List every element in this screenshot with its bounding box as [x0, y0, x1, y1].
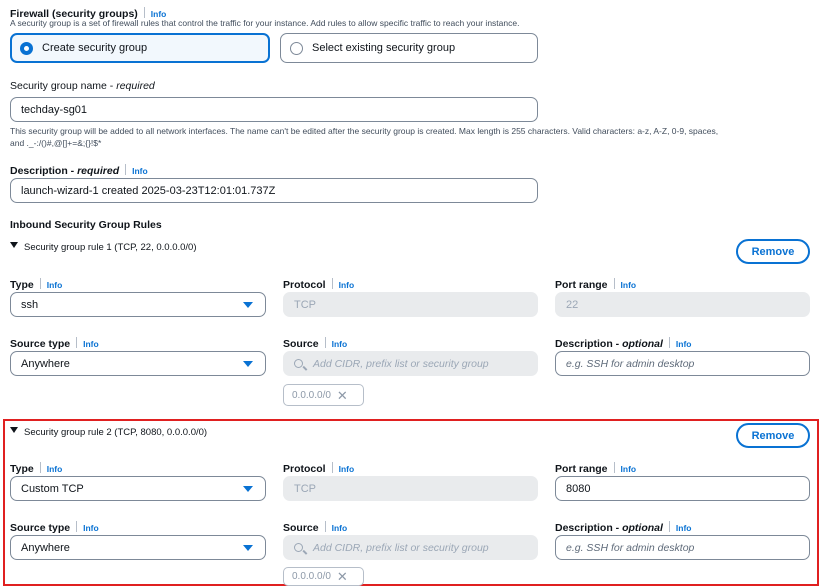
search-icon [294, 359, 303, 368]
description-label: Description - required Info [10, 164, 148, 177]
rule-1-expander[interactable]: Security group rule 1 (TCP, 22, 0.0.0.0/… [10, 242, 197, 253]
rule-2-port-input[interactable]: 8080 [555, 476, 810, 501]
rule-1-source-type-select[interactable]: Anywhere [10, 351, 266, 376]
rule-2-highlight-box [3, 419, 819, 586]
sg-name-help-line1: This security group will be added to all… [10, 126, 719, 136]
dropdown-caret-icon [243, 301, 253, 308]
dropdown-caret-icon [243, 485, 253, 492]
rule-2-source-type-select[interactable]: Anywhere [10, 535, 266, 560]
rule-2-type-select[interactable]: Custom TCP [10, 476, 266, 501]
rule-1-source-label: Source Info [283, 337, 348, 350]
search-icon [294, 543, 303, 552]
rule-2-protocol-label: Protocol Info [283, 462, 355, 475]
radio-selected-icon [20, 41, 33, 55]
rule-1-type-select[interactable]: ssh [10, 292, 266, 317]
rule-2-expander[interactable]: Security group rule 2 (TCP, 8080, 0.0.0.… [10, 427, 207, 438]
rule-1-port-label: Port range Info [555, 278, 637, 291]
description-input[interactable]: launch-wizard-1 created 2025-03-23T12:01… [10, 178, 538, 203]
rule-1-description-input[interactable]: e.g. SSH for admin desktop [555, 351, 810, 376]
dropdown-caret-icon [243, 360, 253, 367]
rule-1-source-type-label: Source type Info [10, 337, 99, 350]
rule-1-port-field: 22 [555, 292, 810, 317]
rule-1-source-input: Add CIDR, prefix list or security group [283, 351, 538, 376]
rule-1-protocol-label: Protocol Info [283, 278, 355, 291]
create-security-group-label: Create security group [42, 42, 148, 54]
sg-name-input[interactable]: techday-sg01 [10, 97, 538, 122]
description-info-link[interactable]: Info [132, 166, 148, 176]
rule-1-description-label: Description - optional Info [555, 337, 692, 350]
rule-2-source-label: Source Info [283, 521, 348, 534]
rule-2-type-label: Type Info [10, 462, 63, 475]
rule-2-description-label: Description - optional Info [555, 521, 692, 534]
close-icon: ✕ [336, 387, 348, 403]
inbound-rules-title: Inbound Security Group Rules [10, 219, 162, 231]
select-existing-security-group-label: Select existing security group [312, 42, 456, 54]
rule-1-type-label: Type Info [10, 278, 63, 291]
rule-2-protocol-field: TCP [283, 476, 538, 501]
sg-name-help-line2: and ._-:/()#,@[]+=&;{}!$* [10, 138, 102, 148]
close-icon: ✕ [336, 569, 348, 584]
caret-down-icon [10, 427, 18, 433]
select-existing-security-group-option[interactable]: Select existing security group [280, 33, 538, 63]
rule-1-source-token: 0.0.0.0/0 ✕ [283, 384, 364, 406]
rule-2-port-label: Port range Info [555, 462, 637, 475]
dropdown-caret-icon [243, 544, 253, 551]
sg-name-label: Security group name - required [10, 80, 155, 92]
rule-1-protocol-field: TCP [283, 292, 538, 317]
firewall-description: A security group is a set of firewall ru… [10, 18, 520, 28]
rule-2-source-input: Add CIDR, prefix list or security group [283, 535, 538, 560]
rule-2-source-token: 0.0.0.0/0 ✕ [283, 567, 364, 586]
rule-2-source-type-label: Source type Info [10, 521, 99, 534]
create-security-group-option[interactable]: Create security group [10, 33, 270, 63]
rule-2-remove-button[interactable]: Remove [736, 423, 810, 448]
caret-down-icon [10, 242, 18, 248]
rule-2-description-input[interactable]: e.g. SSH for admin desktop [555, 535, 810, 560]
radio-unselected-icon [290, 41, 303, 55]
rule-1-remove-button[interactable]: Remove [736, 239, 810, 264]
